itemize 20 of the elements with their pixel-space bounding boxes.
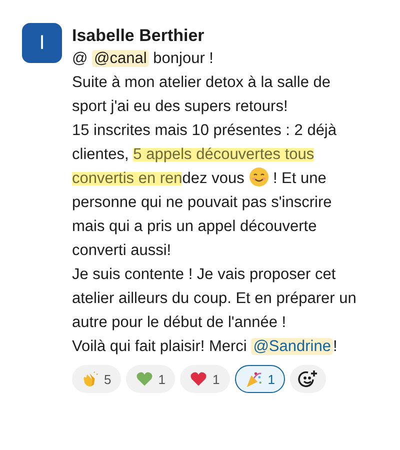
reaction-button[interactable]: 1 [126,365,176,393]
heart-icon [136,371,154,387]
message-text: Je suis contente ! Je vais proposer cet atelier ailleurs du coup. Et en préparer un autre pour le début de l'année ! [72,265,358,333]
mention-link[interactable]: @Sandrine [251,338,333,355]
avatar[interactable]: I [22,23,62,63]
message-text: Voilà qui fait plaisir! Merci @Sandrine! [72,337,338,357]
mention-link[interactable]: @canal [92,50,149,67]
message-text: 15 inscrites mais 10 présentes : 2 déjà clientes, 5 appels découvertes tous convertis en rendez vous ! Et une personne qui ne pouvait pas s'inscrire mais qui a pris un appel découverte converti aussi! [72,121,338,261]
message-text: Suite à mon atelier detox à la salle de sport j'ai eu des supers retours! [72,73,332,117]
message-text: @ @canal bonjour ! [72,49,214,69]
clapping-hands-icon [82,370,99,388]
party-popper-icon [244,370,263,388]
reaction-button[interactable]: 1 [180,365,230,393]
reaction-button[interactable]: 1 [234,365,285,393]
author-name[interactable]: Isabelle Berthier [72,25,368,47]
reaction-button[interactable]: 5 [72,365,122,393]
add-emoji-icon [298,369,318,389]
smiling-face-icon [248,167,269,187]
heart-icon [190,371,208,387]
add-reaction-button[interactable] [290,365,326,393]
